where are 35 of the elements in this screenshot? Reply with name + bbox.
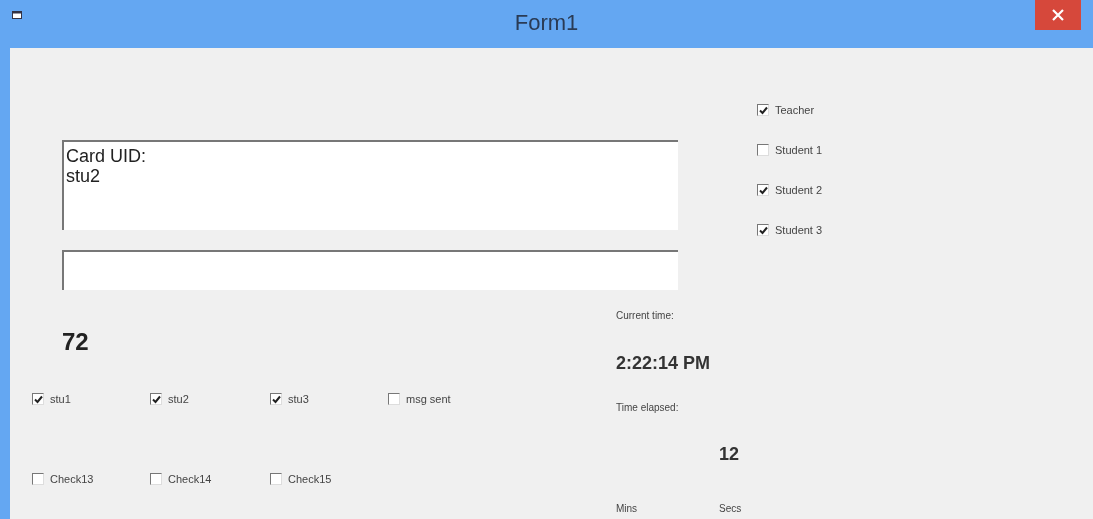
checkbox[interactable] — [757, 104, 769, 117]
log-text-area[interactable]: Card UID: stu2 — [62, 140, 678, 230]
checkbox[interactable] — [150, 393, 162, 406]
checkbox-label: Check15 — [288, 472, 332, 487]
checkbox-label: Teacher — [775, 103, 815, 118]
close-icon — [1052, 9, 1064, 21]
checkbox-label: stu2 — [168, 392, 189, 407]
checkbox[interactable] — [388, 393, 400, 406]
app-icon — [12, 10, 22, 20]
checkbox[interactable] — [270, 473, 282, 486]
elapsed-seconds: 12 — [719, 443, 740, 466]
mins-label: Mins — [616, 502, 638, 516]
checkbox[interactable] — [757, 144, 769, 157]
checkbox[interactable] — [32, 393, 44, 406]
checkbox-label: Check13 — [50, 472, 94, 487]
checkbox-label: msg sent — [406, 392, 451, 407]
window-title: Form1 — [514, 9, 579, 37]
checkbox-label: Student 3 — [775, 223, 823, 238]
count-label: 72 — [62, 327, 89, 357]
current-time: 2:22:14 PM — [616, 352, 711, 375]
current-time-label: Current time: — [616, 309, 674, 323]
checkbox[interactable] — [757, 224, 769, 237]
text-input[interactable] — [62, 250, 678, 290]
checkbox-label: stu1 — [50, 392, 71, 407]
checkbox[interactable] — [32, 473, 44, 486]
checkbox-label: Check14 — [168, 472, 212, 487]
secs-label: Secs — [719, 502, 742, 516]
checkbox[interactable] — [757, 184, 769, 197]
close-button[interactable] — [1035, 0, 1081, 30]
checkbox-label: Student 1 — [775, 143, 823, 158]
checkbox-label: Student 2 — [775, 183, 823, 198]
elapsed-label: Time elapsed: — [616, 401, 679, 415]
checkbox-label: stu3 — [288, 392, 309, 407]
checkbox[interactable] — [150, 473, 162, 486]
checkbox[interactable] — [270, 393, 282, 406]
